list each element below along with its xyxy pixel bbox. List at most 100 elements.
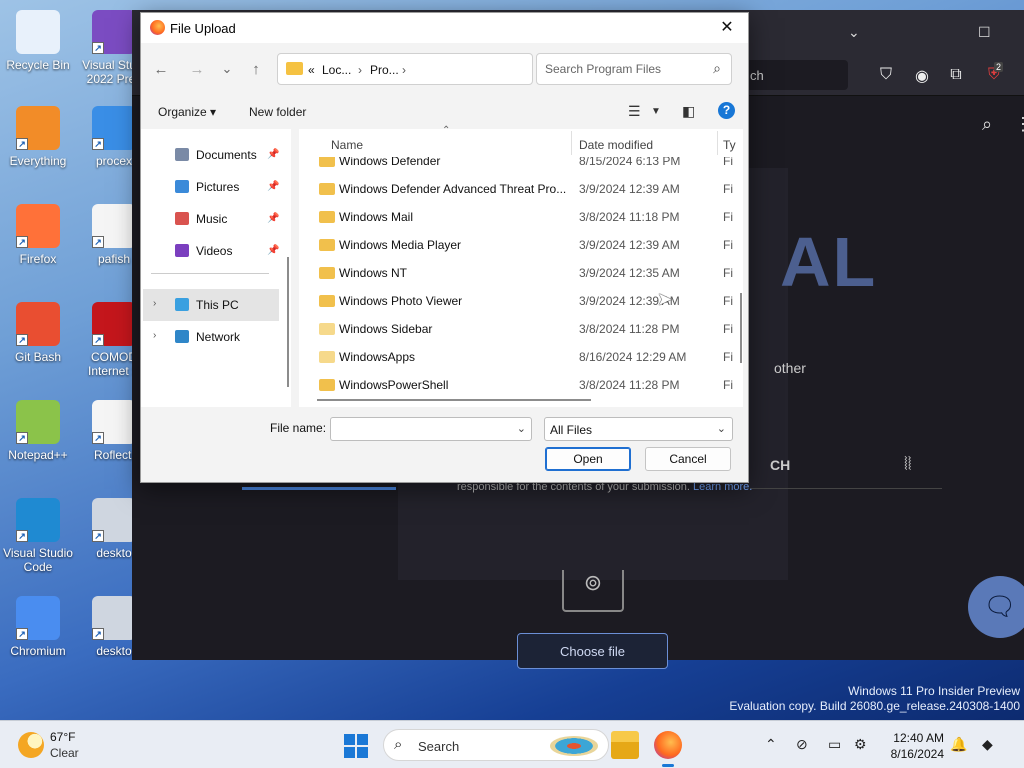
view-dropdown-icon[interactable]: ▼ bbox=[651, 106, 661, 117]
breadcrumb-program-files[interactable]: Pro... bbox=[370, 63, 399, 77]
table-row[interactable]: Windows Sidebar 3/8/2024 11:28 PM Fi bbox=[299, 315, 739, 343]
address-bar[interactable]: ch bbox=[742, 60, 848, 90]
breadcrumb-separator[interactable]: › bbox=[402, 63, 406, 77]
copilot-icon[interactable]: ◆ bbox=[982, 736, 993, 753]
chevron-down-icon[interactable]: ⌄ bbox=[517, 422, 526, 435]
system-clock[interactable]: 12:40 AM 8/16/2024 bbox=[882, 730, 944, 762]
table-row[interactable]: Windows Defender 8/15/2024 6:13 PM Fi bbox=[299, 157, 739, 175]
pin-icon[interactable]: 📌 bbox=[267, 181, 279, 192]
search-icon[interactable]: ⌕ bbox=[982, 114, 992, 135]
desktop-icon[interactable]: ↗ Chromium bbox=[0, 596, 76, 658]
audio-wave-icon[interactable]: ⦚⦚ bbox=[904, 454, 912, 475]
cancel-button[interactable]: Cancel bbox=[645, 447, 731, 471]
column-header-name[interactable]: Name bbox=[331, 133, 363, 157]
chevron-down-icon[interactable]: ⌄ bbox=[717, 422, 726, 435]
windows-start-icon[interactable] bbox=[344, 734, 368, 758]
command-bar: Organize ▾ New folder ☰ ▼ ◧ ? bbox=[141, 97, 748, 127]
table-row[interactable]: Windows NT 3/9/2024 12:35 AM Fi bbox=[299, 259, 739, 287]
desktop-icon[interactable]: Recycle Bin bbox=[0, 10, 76, 72]
desktop-icon[interactable]: ↗ Firefox bbox=[0, 204, 76, 266]
nav-item-this-pc[interactable]: This PC bbox=[175, 295, 239, 315]
taskbar-search-label: Search bbox=[418, 739, 460, 754]
table-row[interactable]: WindowsApps 8/16/2024 12:29 AM Fi bbox=[299, 343, 739, 371]
more-icon[interactable]: ⋮ bbox=[1014, 114, 1024, 135]
preview-pane-icon[interactable]: ◧ bbox=[682, 103, 695, 120]
row-name: Windows Photo Viewer bbox=[339, 294, 463, 308]
open-button[interactable]: Open bbox=[545, 447, 631, 471]
breadcrumb-overflow[interactable]: « bbox=[308, 63, 315, 77]
file-name-input[interactable] bbox=[336, 422, 506, 436]
nav-item-documents[interactable]: Documents bbox=[175, 145, 257, 165]
accessibility-icon[interactable]: ⚙ bbox=[854, 736, 867, 753]
search-input[interactable] bbox=[545, 62, 705, 76]
vscode-icon: ↗ bbox=[16, 498, 60, 542]
shortcut-arrow-icon: ↗ bbox=[16, 530, 28, 542]
account-icon[interactable]: ◉ bbox=[912, 66, 932, 86]
up-button[interactable]: ↑ bbox=[245, 61, 267, 81]
nav-item-pictures[interactable]: Pictures bbox=[175, 177, 239, 197]
table-row[interactable]: Windows Media Player 3/9/2024 12:39 AM Fi bbox=[299, 231, 739, 259]
choose-file-button[interactable]: Choose file bbox=[517, 633, 668, 669]
search-icon[interactable]: ⌕ bbox=[713, 60, 721, 77]
chat-icon[interactable]: 🗨 bbox=[968, 576, 1024, 638]
column-separator[interactable] bbox=[717, 131, 718, 155]
desktop-icon[interactable]: ↗ Everything bbox=[0, 106, 76, 168]
nav-item-videos[interactable]: Videos bbox=[175, 241, 232, 261]
vertical-scrollbar[interactable] bbox=[740, 293, 742, 363]
back-button[interactable]: ← bbox=[150, 61, 172, 81]
notification-bell-icon[interactable]: 🔔 bbox=[950, 736, 967, 753]
row-date: 8/16/2024 12:29 AM bbox=[579, 350, 687, 364]
desktop-icon[interactable]: ↗ Visual Studio Code bbox=[0, 498, 76, 574]
new-folder-button[interactable]: New folder bbox=[249, 105, 306, 119]
nav-item-music[interactable]: Music bbox=[175, 209, 227, 229]
address-bar[interactable]: « Loc... › Pro... › ⌄ ↻ bbox=[277, 53, 645, 85]
organize-button[interactable]: Organize ▾ bbox=[158, 105, 216, 119]
pin-icon[interactable]: 📌 bbox=[267, 149, 279, 160]
horizontal-scrollbar[interactable] bbox=[317, 399, 591, 401]
nav-item-network[interactable]: Network bbox=[175, 327, 240, 347]
view-list-icon[interactable]: ☰ bbox=[628, 103, 641, 120]
search-tab-label[interactable]: CH bbox=[770, 457, 790, 473]
close-button[interactable]: ✕ bbox=[712, 16, 742, 40]
notepad-plus-plus-icon: ↗ bbox=[16, 400, 60, 444]
column-header-date[interactable]: Date modified bbox=[579, 133, 653, 157]
taskbar-search[interactable]: ⌕ Search bbox=[383, 729, 609, 761]
maximize-icon[interactable]: ☐ bbox=[978, 24, 991, 41]
column-separator[interactable] bbox=[571, 131, 572, 155]
extensions-icon[interactable]: ⧉ bbox=[946, 66, 966, 86]
pin-icon[interactable]: 📌 bbox=[267, 213, 279, 224]
table-row[interactable]: Windows Mail 3/8/2024 11:18 PM Fi bbox=[299, 203, 739, 231]
breadcrumb-local-disk[interactable]: Loc... bbox=[322, 63, 351, 77]
pocket-icon[interactable]: ⛉ bbox=[876, 66, 896, 86]
file-explorer-icon[interactable] bbox=[611, 731, 639, 759]
desktop-icon[interactable]: ↗ Git Bash bbox=[0, 302, 76, 364]
weather-condition[interactable]: Clear bbox=[50, 746, 79, 760]
tab-list-icon[interactable]: ⌄ bbox=[848, 24, 860, 41]
tray-overflow-icon[interactable]: ⌃ bbox=[765, 736, 777, 753]
weather-icon[interactable] bbox=[18, 732, 44, 758]
shortcut-arrow-icon: ↗ bbox=[16, 432, 28, 444]
file-type-select[interactable]: All Files ⌄ bbox=[544, 417, 733, 441]
row-type: Fi bbox=[723, 294, 733, 308]
table-row[interactable]: Windows Defender Advanced Threat Pro... 3… bbox=[299, 175, 739, 203]
search-box[interactable]: ⌕ bbox=[536, 53, 732, 85]
weather-temp[interactable]: 67°F bbox=[50, 730, 75, 744]
display-icon[interactable]: ▭ bbox=[828, 736, 841, 753]
recent-locations-button[interactable]: ⌄ bbox=[216, 61, 238, 81]
firefox-taskbar-icon[interactable] bbox=[654, 731, 682, 767]
forward-button[interactable]: → bbox=[186, 61, 208, 81]
network-off-icon[interactable]: ⊘ bbox=[796, 736, 808, 753]
expand-network-icon[interactable]: › bbox=[153, 330, 156, 341]
table-row[interactable]: Windows Photo Viewer 3/9/2024 12:39 AM Fi bbox=[299, 287, 739, 315]
desktop-icon[interactable]: ↗ Notepad++ bbox=[0, 400, 76, 462]
desktop-file-icon: ↗ bbox=[92, 498, 136, 542]
help-icon[interactable]: ? bbox=[718, 102, 735, 119]
expand-this-pc-icon[interactable]: › bbox=[153, 298, 156, 309]
pin-icon[interactable]: 📌 bbox=[267, 245, 279, 256]
file-rows: Windows Defender 8/15/2024 6:13 PM Fi Windo… bbox=[299, 157, 743, 393]
file-name-combo[interactable]: ⌄ bbox=[330, 417, 532, 441]
nav-pane-scrollbar[interactable] bbox=[287, 257, 289, 387]
table-row[interactable]: WindowsPowerShell 3/8/2024 11:28 PM Fi bbox=[299, 371, 739, 393]
shortcut-arrow-icon: ↗ bbox=[92, 236, 104, 248]
column-header-type[interactable]: Ty bbox=[723, 133, 736, 157]
